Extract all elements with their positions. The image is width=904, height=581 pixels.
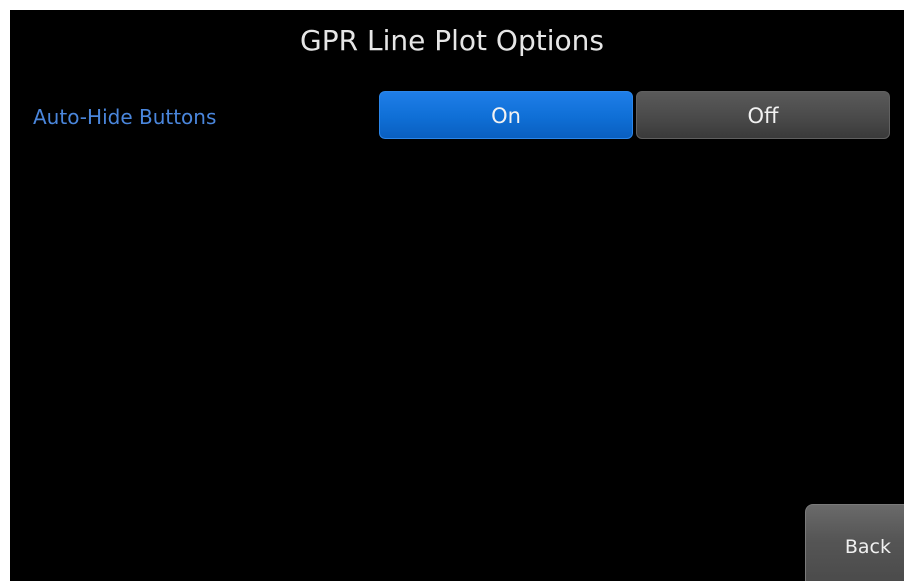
options-screen: GPR Line Plot Options Auto-Hide Buttons … [10, 10, 904, 581]
back-button[interactable]: Back [805, 504, 904, 581]
auto-hide-off-button[interactable]: Off [636, 91, 890, 139]
page-title: GPR Line Plot Options [300, 24, 604, 57]
auto-hide-on-button[interactable]: On [379, 91, 633, 139]
auto-hide-buttons-label: Auto-Hide Buttons [33, 105, 217, 129]
back-button-label: Back [844, 536, 891, 558]
